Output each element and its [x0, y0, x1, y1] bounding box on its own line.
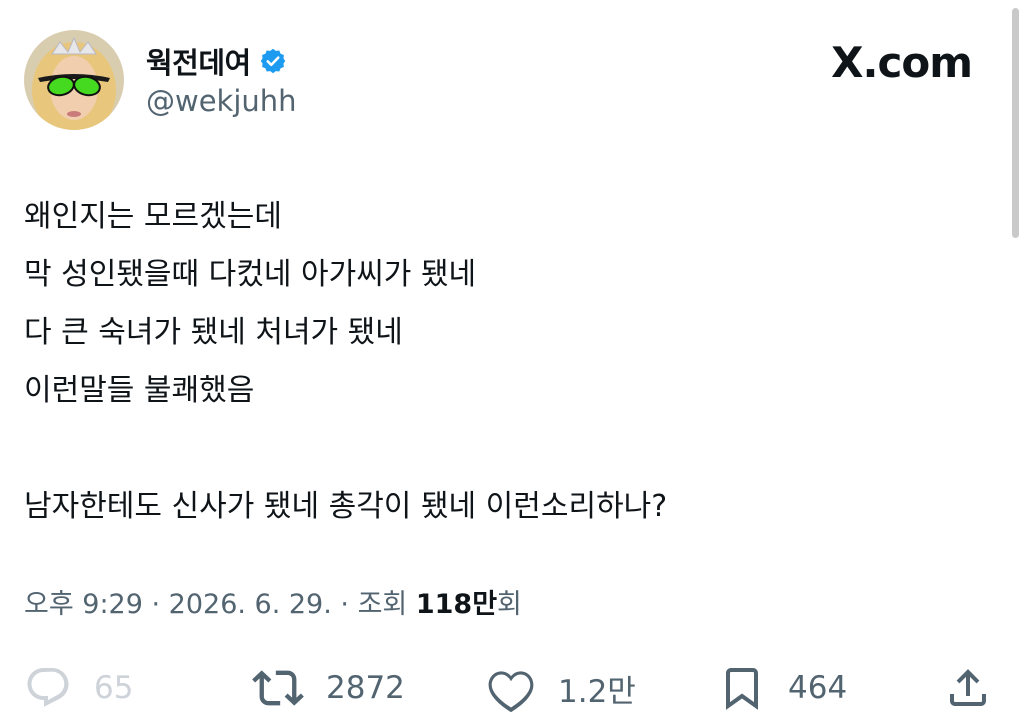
- meta-separator: ·: [142, 589, 169, 620]
- tweet-date[interactable]: 2026. 6. 29.: [169, 589, 332, 620]
- tweet-line: 남자한테도 신사가 됐네 총각이 됐네 이런소리하나?: [24, 489, 668, 524]
- bookmark-count: 464: [788, 670, 848, 706]
- repost-icon: [252, 670, 304, 706]
- reply-icon: [27, 668, 69, 707]
- views-suffix: 회: [497, 589, 522, 620]
- tweet-line: [24, 420, 667, 478]
- bookmark-button[interactable]: 464: [718, 660, 847, 716]
- user-name-row: 웍전데여: [146, 40, 287, 82]
- meta-separator: ·: [331, 589, 358, 620]
- tweet-line: 왜인지는 모르겠는데: [24, 199, 282, 234]
- repost-button[interactable]: 2872: [252, 660, 405, 716]
- share-icon: [950, 669, 986, 706]
- verified-badge-icon: [259, 47, 287, 75]
- tweet-line: 다 큰 숙녀가 됐네 처녀가 됐네: [24, 315, 403, 350]
- display-name[interactable]: 웍전데여: [146, 40, 251, 82]
- tweet-text: 왜인지는 모르겠는데 막 성인됐을때 다컸네 아가씨가 됐네 다 큰 숙녀가 됐…: [24, 188, 667, 536]
- views-label: 조회: [357, 589, 416, 620]
- tweet-meta: 오후 9:29 · 2026. 6. 29. · 조회 118만회: [24, 582, 522, 621]
- scrollbar[interactable]: [1012, 8, 1019, 238]
- bookmark-icon: [726, 668, 758, 710]
- user-handle[interactable]: @wekjuhh: [146, 84, 297, 118]
- share-button[interactable]: [944, 660, 992, 716]
- tweet-line: 막 성인됐을때 다컸네 아가씨가 됐네: [24, 257, 477, 292]
- repost-count: 2872: [326, 670, 405, 706]
- tweet-line: 이런말들 불쾌했음: [24, 373, 255, 408]
- like-count: 1.2만: [558, 673, 636, 710]
- views-count: 118만: [415, 589, 498, 620]
- action-bar: 65 2872 1.2만 464: [0, 660, 1024, 716]
- reply-button[interactable]: 65: [24, 660, 133, 716]
- tweet-time[interactable]: 오후 9:29: [24, 589, 143, 620]
- brand-logo: X.com: [831, 38, 973, 87]
- avatar[interactable]: [24, 30, 124, 130]
- like-button[interactable]: 1.2만: [486, 660, 636, 716]
- reply-count: 65: [94, 670, 134, 706]
- heart-icon: [488, 671, 534, 713]
